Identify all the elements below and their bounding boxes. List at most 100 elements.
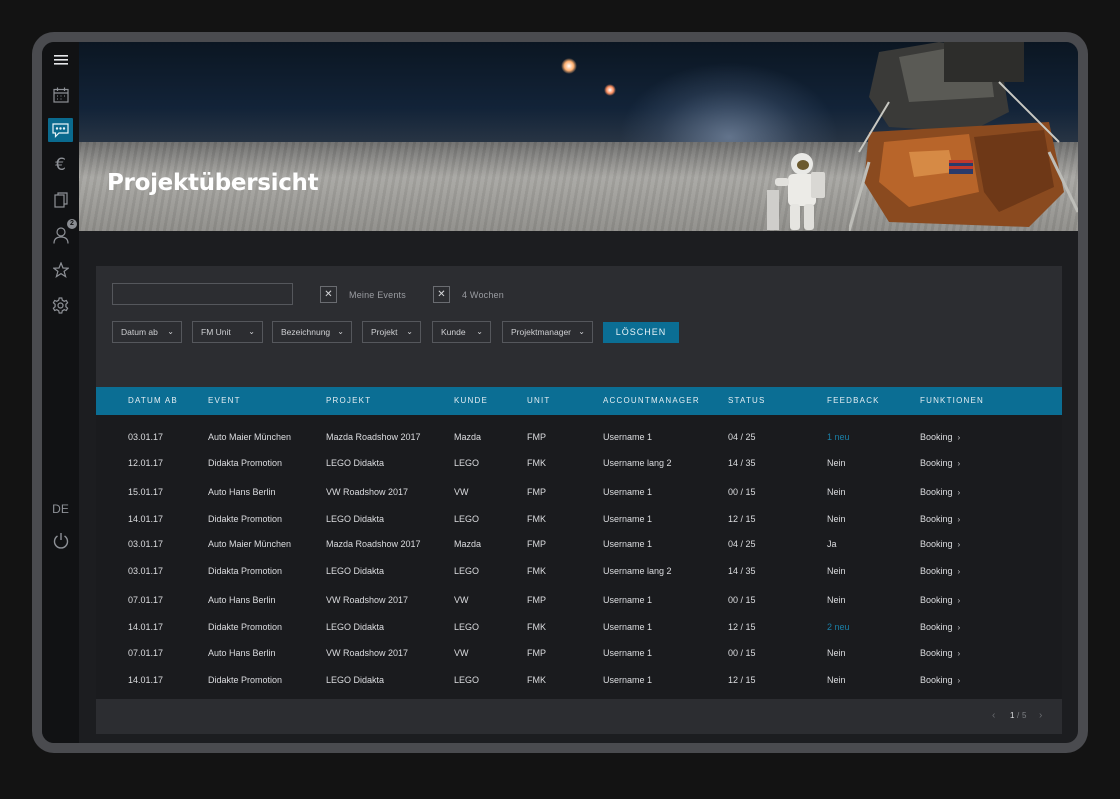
cell-datum: 14.01.17 [128, 514, 164, 524]
cell-status: 14 / 35 [728, 458, 756, 468]
chevron-left-icon[interactable]: ‹ [992, 710, 995, 721]
cell-status: 04 / 25 [728, 539, 756, 549]
booking-label: Booking [920, 458, 953, 468]
cell-accountmanager: Username 1 [603, 487, 653, 497]
booking-link[interactable]: Booking › [920, 670, 960, 690]
table-row[interactable]: 07.01.17 Auto Hans Berlin VW Roadshow 2017… [96, 590, 1062, 610]
cell-event: Didakte Promotion [208, 675, 283, 685]
dropdown-label: Datum ab [121, 327, 158, 337]
chevron-right-icon: › [957, 459, 961, 468]
cell-status: 12 / 15 [728, 622, 756, 632]
cell-kunde: LEGO [454, 622, 480, 632]
kunde-dropdown[interactable]: Kunde ⌄ [432, 321, 491, 343]
language-switch[interactable]: DE [42, 502, 79, 516]
calendar-icon[interactable] [48, 83, 73, 107]
cell-datum: 14.01.17 [128, 675, 164, 685]
cell-accountmanager: Username 1 [603, 675, 653, 685]
cell-unit: FMK [527, 458, 546, 468]
settings-icon[interactable] [48, 293, 73, 317]
column-header-projekt[interactable]: PROJEKT [326, 387, 371, 415]
search-input[interactable] [112, 283, 293, 305]
projektmanager-dropdown[interactable]: Projektmanager ⌄ [502, 321, 593, 343]
clear-filters-button[interactable]: LÖSCHEN [603, 322, 679, 343]
cell-accountmanager: Username 1 [603, 622, 653, 632]
cell-unit: FMK [527, 566, 546, 576]
column-header-unit[interactable]: UNIT [527, 387, 550, 415]
chevron-right-icon: › [957, 433, 961, 442]
column-header-event[interactable]: EVENT [208, 387, 241, 415]
power-icon[interactable] [48, 528, 73, 552]
dropdown-label: Bezeichnung [281, 327, 331, 337]
star-icon[interactable] [48, 258, 73, 282]
booking-link[interactable]: Booking › [920, 590, 960, 610]
booking-link[interactable]: Booking › [920, 534, 960, 554]
booking-link[interactable]: Booking › [920, 482, 960, 502]
column-header-accountmanager[interactable]: ACCOUNTMANAGER [603, 387, 700, 415]
cell-event: Didakta Promotion [208, 458, 283, 468]
cell-accountmanager: Username 1 [603, 514, 653, 524]
cell-projekt: LEGO Didakta [326, 675, 385, 685]
chat-icon[interactable] [48, 118, 73, 142]
dropdown-label: Kunde [441, 327, 466, 337]
tablet-frame: € 2 DE Projektübersicht ✕ Meine Events ✕… [32, 32, 1088, 753]
table-row[interactable]: 07.01.17 Auto Hans Berlin VW Roadshow 2017… [96, 643, 1062, 663]
cell-status: 12 / 15 [728, 514, 756, 524]
booking-link[interactable]: Booking › [920, 453, 960, 473]
user-badge: 2 [67, 219, 77, 229]
table-row[interactable]: 03.01.17 Auto Maier München Mazda Roadshow… [96, 427, 1062, 447]
cell-projekt: LEGO Didakta [326, 514, 385, 524]
booking-label: Booking [920, 539, 953, 549]
table-row[interactable]: 12.01.17 Didakta Promotion LEGO Didakta LEG… [96, 453, 1062, 473]
bezeichnung-dropdown[interactable]: Bezeichnung ⌄ [272, 321, 352, 343]
cell-unit: FMK [527, 675, 546, 685]
fm-unit-dropdown[interactable]: FM Unit ⌄ [192, 321, 263, 343]
cell-feedback[interactable]: 2 neu [827, 617, 850, 637]
chevron-right-icon: › [957, 540, 961, 549]
cell-status: 12 / 15 [728, 675, 756, 685]
lunar-module-illustration [849, 42, 1078, 231]
table-row[interactable]: 03.01.17 Didakta Promotion LEGO Didakta LEG… [96, 561, 1062, 581]
chevron-down-icon: ⌄ [406, 327, 413, 336]
chevron-right-icon[interactable]: › [1039, 710, 1042, 721]
cell-event: Auto Maier München [208, 539, 292, 549]
documents-icon[interactable] [48, 188, 73, 212]
cell-unit: FMP [527, 539, 546, 549]
euro-icon[interactable]: € [48, 153, 73, 177]
cell-datum: 15.01.17 [128, 487, 164, 497]
table-row[interactable]: 15.01.17 Auto Hans Berlin VW Roadshow 2017… [96, 482, 1062, 502]
booking-link[interactable]: Booking › [920, 561, 960, 581]
meine-events-checkbox[interactable]: ✕ [320, 286, 337, 303]
app-screen: € 2 DE Projektübersicht ✕ Meine Events ✕… [42, 42, 1078, 743]
cell-kunde: Mazda [454, 432, 482, 442]
cell-event: Auto Hans Berlin [208, 648, 276, 658]
table-row[interactable]: 14.01.17 Didakte Promotion LEGO Didakta LEG… [96, 670, 1062, 690]
column-header-datum[interactable]: DATUM AB [128, 387, 178, 415]
table-row[interactable]: 03.01.17 Auto Maier München Mazda Roadshow… [96, 534, 1062, 554]
menu-icon[interactable] [48, 48, 73, 72]
cell-status: 00 / 15 [728, 595, 756, 605]
column-header-feedback[interactable]: FEEDBACK [827, 387, 880, 415]
chevron-down-icon: ⌄ [248, 327, 255, 336]
booking-label: Booking [920, 432, 953, 442]
table-row[interactable]: 14.01.17 Didakte Promotion LEGO Didakta LEG… [96, 617, 1062, 637]
table-row[interactable]: 14.01.17 Didakte Promotion LEGO Didakta LEG… [96, 509, 1062, 529]
vier-wochen-checkbox[interactable]: ✕ [433, 286, 450, 303]
column-header-status[interactable]: STATUS [728, 387, 766, 415]
datum-dropdown[interactable]: Datum ab ⌄ [112, 321, 182, 343]
cell-accountmanager: Username 1 [603, 539, 653, 549]
projekt-dropdown[interactable]: Projekt ⌄ [362, 321, 421, 343]
booking-link[interactable]: Booking › [920, 509, 960, 529]
cell-feedback[interactable]: 1 neu [827, 427, 850, 447]
booking-link[interactable]: Booking › [920, 643, 960, 663]
chevron-down-icon: ⌄ [476, 327, 483, 336]
booking-link[interactable]: Booking › [920, 427, 960, 447]
column-header-kunde[interactable]: KUNDE [454, 387, 488, 415]
column-header-funktionen[interactable]: FUNKTIONEN [920, 387, 984, 415]
cell-kunde: LEGO [454, 566, 480, 576]
cell-event: Didakta Promotion [208, 566, 283, 576]
booking-link[interactable]: Booking › [920, 617, 960, 637]
user-icon[interactable]: 2 [48, 219, 77, 247]
cell-status: 04 / 25 [728, 432, 756, 442]
cell-event: Didakte Promotion [208, 514, 283, 524]
chevron-right-icon: › [957, 623, 961, 632]
